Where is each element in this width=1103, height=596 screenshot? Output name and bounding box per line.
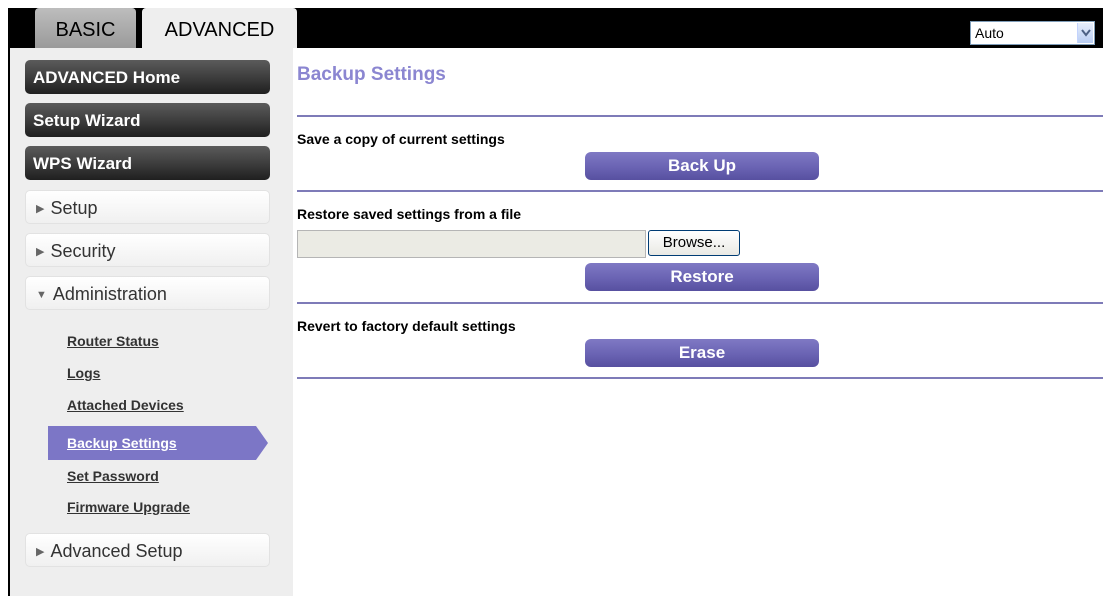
save-section-label: Save a copy of current settings (297, 131, 505, 147)
sidebar-item-label: Advanced Setup (50, 541, 183, 561)
page-title: Backup Settings (297, 64, 446, 85)
triangle-right-icon: ▶ (36, 203, 45, 215)
sidebar-link-set-password[interactable]: Set Password (67, 468, 159, 484)
tab-basic[interactable]: BASIC (35, 8, 136, 48)
sidebar-link-firmware-upgrade[interactable]: Firmware Upgrade (67, 499, 190, 515)
divider (297, 377, 1103, 379)
sidebar-item-label: Setup (50, 198, 98, 218)
sidebar-item-wps-wizard[interactable]: WPS Wizard (25, 146, 270, 180)
sidebar-item-administration[interactable]: ▼ Administration (25, 276, 270, 310)
backup-button[interactable]: Back Up (585, 152, 819, 180)
language-select-value: Auto (975, 25, 1004, 41)
sidebar-item-advanced-setup[interactable]: ▶ Advanced Setup (25, 533, 270, 567)
revert-section-label: Revert to factory default settings (297, 318, 516, 334)
erase-button[interactable]: Erase (585, 339, 819, 367)
sidebar-item-setup-wizard[interactable]: Setup Wizard (25, 103, 270, 137)
sidebar-link-router-status[interactable]: Router Status (67, 333, 159, 349)
sidebar-link-attached-devices[interactable]: Attached Devices (67, 397, 184, 413)
restore-section-label: Restore saved settings from a file (297, 206, 522, 222)
sidebar-item-label: Security (50, 241, 116, 261)
triangle-right-icon: ▶ (36, 246, 45, 258)
sidebar-item-advanced-home[interactable]: ADVANCED Home (25, 60, 270, 94)
browse-button[interactable]: Browse... (648, 230, 740, 256)
sidebar-link-backup-settings[interactable]: Backup Settings (48, 426, 268, 460)
divider (297, 115, 1103, 117)
chevron-down-icon[interactable] (1077, 23, 1093, 43)
tab-advanced[interactable]: ADVANCED (142, 8, 297, 48)
triangle-right-icon: ▶ (36, 546, 45, 558)
divider (297, 302, 1103, 304)
restore-button[interactable]: Restore (585, 263, 819, 291)
sidebar-link-label: Backup Settings (67, 435, 177, 451)
sidebar-link-logs[interactable]: Logs (67, 365, 100, 381)
language-select[interactable]: Auto (970, 21, 1095, 45)
restore-file-input[interactable] (297, 230, 646, 258)
triangle-down-icon: ▼ (36, 289, 47, 301)
sidebar-item-security[interactable]: ▶ Security (25, 233, 270, 267)
sidebar-item-setup[interactable]: ▶ Setup (25, 190, 270, 224)
sidebar-item-label: Administration (52, 284, 167, 304)
divider (297, 190, 1103, 192)
